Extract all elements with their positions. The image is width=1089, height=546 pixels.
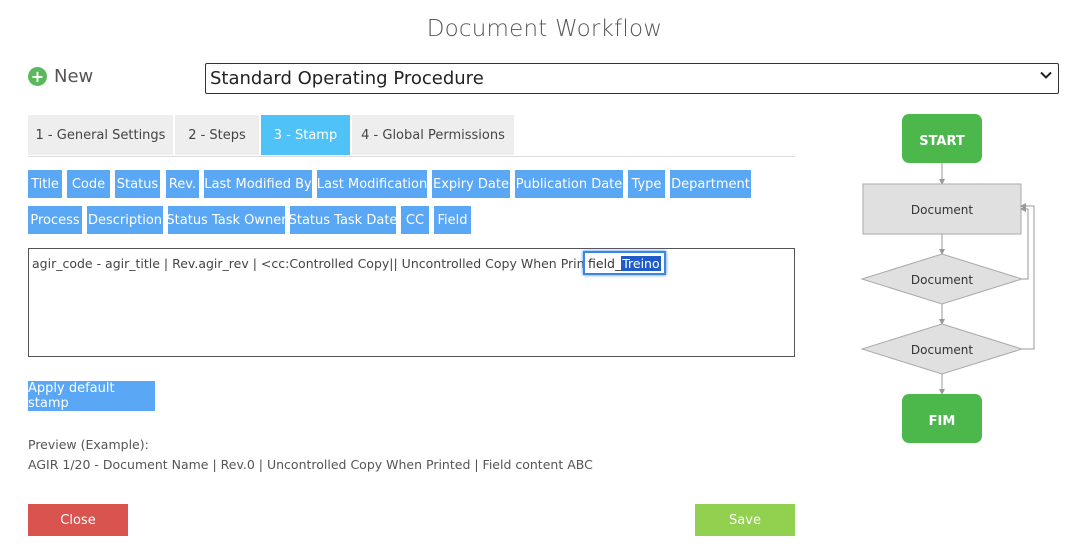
field-chip-process[interactable]: Process <box>28 206 82 234</box>
stamp-editor[interactable]: agir_code - agir_title | Rev.agir_rev | … <box>28 248 795 357</box>
chevron-down-icon <box>1040 69 1052 85</box>
field-chip-description[interactable]: Description <box>87 206 163 234</box>
tab-label: 3 - Stamp <box>273 127 338 143</box>
field-tag-selected-text: Treino <box>621 255 661 271</box>
workflow-select[interactable]: Standard Operating Procedure <box>205 63 1059 94</box>
tab-label: 2 - Steps <box>188 127 246 143</box>
flow-loop-connector <box>1020 206 1029 280</box>
field-chip-last-modified-by[interactable]: Last Modified By <box>204 170 312 198</box>
field-chip-last-modification[interactable]: Last Modification <box>317 170 427 198</box>
page-title: Document Workflow <box>426 16 663 42</box>
flow-step-label: Document <box>911 203 973 217</box>
flow-end-label: FIM <box>929 414 956 429</box>
flow-decision-label: Document <box>911 343 973 357</box>
tab-general-settings[interactable]: 1 - General Settings <box>28 115 173 155</box>
field-chip-status-task-owner[interactable]: Status Task Owner <box>166 206 287 234</box>
field-chip-code[interactable]: Code <box>67 170 110 198</box>
field-chip-type[interactable]: Type <box>628 170 665 198</box>
field-chip-field[interactable]: Field <box>434 206 471 234</box>
tab-global-permissions[interactable]: 4 - Global Permissions <box>352 115 514 155</box>
field-chip-publication-date[interactable]: Publication Date <box>515 170 623 198</box>
workflow-select-value: Standard Operating Procedure <box>210 68 484 89</box>
field-tag-prefix: field_ <box>588 255 622 271</box>
field-chip-status-task-date[interactable]: Status Task Date <box>289 206 397 234</box>
plus-circle-icon: + <box>28 67 47 86</box>
flow-start-label: START <box>919 134 965 149</box>
flow-document-step[interactable]: Document <box>862 183 1022 235</box>
flow-decision-2[interactable]: Document <box>860 323 1024 375</box>
flow-start-node[interactable]: START <box>902 114 982 163</box>
stamp-editor-text: agir_code - agir_title | Rev.agir_rev | … <box>32 256 620 271</box>
tab-label: 4 - Global Permissions <box>361 127 505 143</box>
tab-label: 1 - General Settings <box>35 127 166 143</box>
flow-decision-1[interactable]: Document <box>860 253 1024 305</box>
tab-stamp[interactable]: 3 - Stamp <box>261 115 350 155</box>
preview-label: Preview (Example): <box>28 437 149 452</box>
save-button[interactable]: Save <box>695 504 795 536</box>
preview-text: AGIR 1/20 - Document Name | Rev.0 | Unco… <box>28 457 593 472</box>
field-tag[interactable]: field_ Treino <box>583 251 666 275</box>
new-button-label: New <box>54 66 94 87</box>
new-button[interactable]: + New <box>28 66 93 87</box>
field-chip-cc[interactable]: CC <box>401 206 429 234</box>
flow-decision-label: Document <box>911 273 973 287</box>
tab-steps[interactable]: 2 - Steps <box>175 115 259 155</box>
field-chip-title[interactable]: Title <box>28 170 62 198</box>
tab-bar: 1 - General Settings 2 - Steps 3 - Stamp… <box>28 115 795 157</box>
flow-end-node[interactable]: FIM <box>902 394 982 443</box>
workflow-diagram: START Document Document Document FIM <box>850 100 1050 454</box>
field-chip-status[interactable]: Status <box>115 170 160 198</box>
field-chip-rev[interactable]: Rev. <box>166 170 199 198</box>
apply-default-stamp-button[interactable]: Apply default stamp <box>28 381 155 411</box>
field-chip-expiry-date[interactable]: Expiry Date <box>432 170 510 198</box>
close-button[interactable]: Close <box>28 504 128 536</box>
field-chip-department[interactable]: Department <box>670 170 751 198</box>
